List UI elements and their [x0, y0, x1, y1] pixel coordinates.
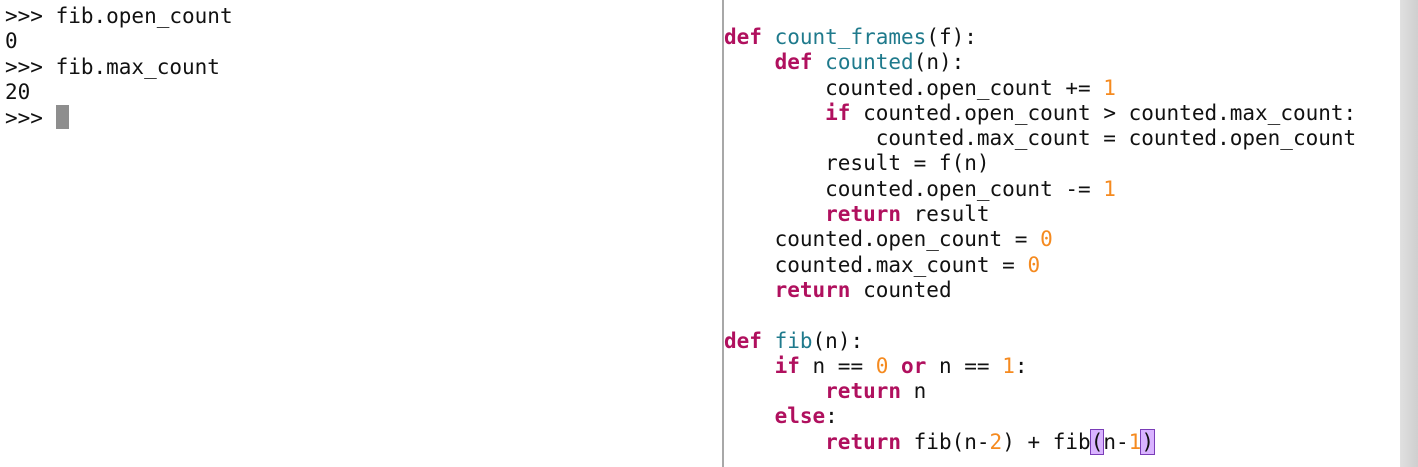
- code-line[interactable]: counted.max_count = 0: [724, 253, 1356, 278]
- code-line[interactable]: [724, 303, 1356, 328]
- function-name-token: count_frames: [774, 25, 927, 49]
- terminal-line: 0: [5, 29, 233, 54]
- code-text: counted: [850, 277, 952, 302]
- function-name-token: counted: [825, 50, 914, 75]
- keyword-token: return: [825, 429, 902, 454]
- code-line[interactable]: return counted: [724, 278, 1356, 303]
- code-lines: def count_frames(f): def counted(n): cou…: [724, 25, 1356, 455]
- code-text: fib(n-: [901, 429, 990, 454]
- code-line[interactable]: def counted(n):: [724, 50, 1356, 75]
- terminal-prompt: >>>: [5, 54, 56, 79]
- keyword-token: return: [825, 379, 902, 404]
- keyword-token: return: [825, 202, 902, 227]
- number-token: 1: [1103, 176, 1116, 201]
- code-line[interactable]: counted.open_count = 0: [724, 227, 1356, 252]
- code-text: result: [901, 202, 990, 227]
- code-text: (n):: [913, 50, 965, 75]
- code-line[interactable]: counted.open_count += 1: [724, 76, 1356, 101]
- keyword-token: return: [774, 277, 851, 302]
- code-text: result = f(n): [724, 151, 990, 176]
- terminal-text: fib.open_count: [55, 4, 233, 28]
- text-cursor: [55, 105, 69, 130]
- keyword-token: def: [724, 328, 762, 353]
- python-terminal[interactable]: >>> fib.open_count 0 >>> fib.max_count 2…: [0, 0, 722, 467]
- code-line[interactable]: result = f(n): [724, 151, 1356, 176]
- terminal-line: 20: [5, 80, 233, 105]
- code-text: counted.open_count +=: [724, 75, 1104, 100]
- keyword-token: if: [774, 353, 800, 378]
- code-text: counted.max_count = counted.open_count: [724, 126, 1357, 151]
- terminal-text: 0: [5, 29, 18, 54]
- code-text: :: [825, 404, 838, 429]
- code-text: :: [1014, 353, 1028, 378]
- terminal-prompt: >>>: [5, 4, 56, 28]
- code-line[interactable]: else:: [724, 404, 1356, 429]
- code-text: (n):: [812, 328, 864, 353]
- number-token: 1: [1002, 353, 1015, 378]
- code-editor[interactable]: def count_frames(f): def counted(n): cou…: [724, 0, 1400, 467]
- code-text: (f):: [926, 25, 977, 49]
- code-text: n ==: [926, 353, 1003, 378]
- code-line[interactable]: return n: [724, 379, 1356, 404]
- keyword-token: def: [724, 25, 762, 49]
- editor-scrollbar[interactable]: [1400, 0, 1418, 467]
- keyword-token: else: [774, 404, 826, 429]
- code-line[interactable]: counted.open_count -= 1: [724, 177, 1356, 202]
- number-token: 1: [1103, 75, 1116, 100]
- number-token: 0: [1027, 252, 1041, 277]
- number-token: 2: [989, 429, 1003, 454]
- matched-bracket: (: [1089, 428, 1105, 455]
- terminal-input-line[interactable]: >>>: [5, 105, 233, 130]
- function-name-token: fib: [774, 328, 813, 353]
- code-text: counted.open_count =: [724, 227, 1041, 252]
- terminal-line: >>> fib.max_count: [5, 55, 233, 80]
- keyword-token: if: [825, 100, 851, 125]
- keyword-token: or: [901, 353, 927, 378]
- terminal-output: >>> fib.open_count 0 >>> fib.max_count 2…: [5, 4, 233, 130]
- terminal-text: 20: [5, 79, 31, 104]
- code-text: counted.open_count > counted.max_count:: [850, 100, 1357, 125]
- screen: >>> fib.open_count 0 >>> fib.max_count 2…: [0, 0, 1418, 467]
- code-text: n ==: [799, 353, 876, 378]
- number-token: 0: [1040, 227, 1053, 252]
- terminal-text: fib.max_count: [55, 54, 220, 79]
- terminal-line: >>> fib.open_count: [5, 4, 233, 29]
- code-line[interactable]: def count_frames(f):: [724, 25, 1356, 50]
- code-text: counted.max_count =: [724, 252, 1028, 277]
- code-line[interactable]: counted.max_count = counted.open_count: [724, 126, 1356, 151]
- code-text: ) + fib: [1002, 429, 1091, 454]
- code-text: n: [901, 379, 927, 404]
- code-line[interactable]: def fib(n):: [724, 329, 1356, 354]
- code-text: counted.open_count -=: [724, 176, 1104, 201]
- code-line[interactable]: if counted.open_count > counted.max_coun…: [724, 101, 1356, 126]
- terminal-prompt: >>>: [5, 106, 56, 131]
- number-token: 1: [1128, 429, 1142, 454]
- code-line[interactable]: return fib(n-2) + fib(n-1): [724, 428, 1356, 455]
- keyword-token: def: [774, 50, 813, 75]
- code-text: n-: [1103, 429, 1129, 454]
- matched-bracket: ): [1140, 428, 1155, 455]
- code-line[interactable]: if n == 0 or n == 1:: [724, 354, 1356, 379]
- code-line[interactable]: return result: [724, 202, 1356, 227]
- number-token: 0: [875, 353, 889, 378]
